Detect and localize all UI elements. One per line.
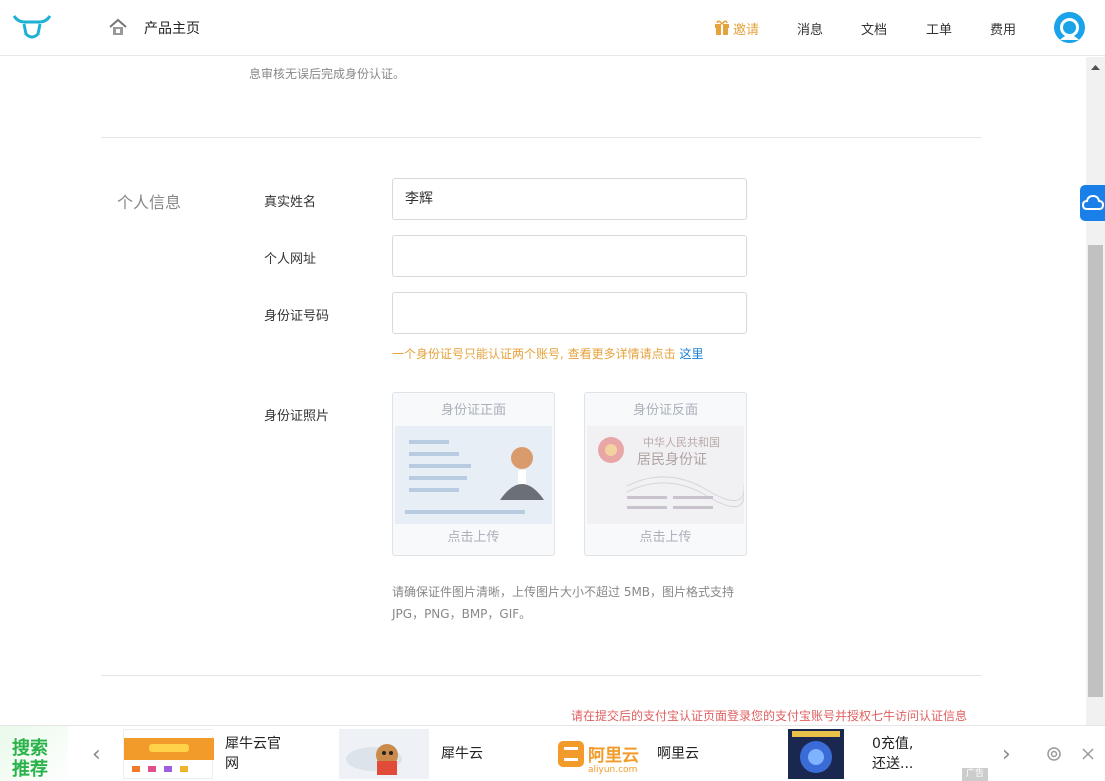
upload-description: 请确保证件图片清晰，上传图片大小不超过 5MB，图片格式支持 JPG，PNG，B… — [392, 581, 752, 625]
ad-item-3-text[interactable]: 啊里云 — [657, 744, 699, 764]
upload-description-line1: 请确保证件图片清晰，上传图片大小不超过 5MB，图片格式支持 — [392, 585, 735, 599]
aliyun-logo-text: 阿里云 — [588, 746, 639, 766]
id-front-title: 身份证正面 — [440, 403, 506, 418]
ad-item-2-text[interactable]: 犀牛云 — [441, 744, 483, 764]
divider — [101, 137, 982, 138]
ad-thumb-3-aliyun-logo[interactable]: 阿里云 aliyun.com — [556, 729, 648, 779]
divider — [101, 675, 982, 676]
name-label: 真实姓名 — [264, 195, 317, 210]
scroll-up-arrow-icon[interactable] — [1086, 59, 1105, 75]
floating-cloud-button[interactable] — [1080, 185, 1105, 221]
ad-item-4-line2: 还送... — [872, 756, 914, 772]
aliyun-logo-sub: aliyun.com — [588, 765, 637, 775]
ad-item-1-line2: 网 — [225, 756, 239, 772]
ad-label: 广告 — [962, 768, 988, 781]
id-back-emblem-text1: 中华人民共和国 — [643, 435, 720, 449]
website-input[interactable] — [392, 235, 747, 277]
scroll-thumb[interactable] — [1088, 245, 1103, 697]
nav-billing[interactable]: 费用 — [990, 19, 1016, 38]
id-back-title: 身份证反面 — [632, 403, 698, 418]
top-header: 产品主页 邀请 消息 文档 工单 费用 — [0, 0, 1105, 56]
qiniu-logo-icon[interactable] — [12, 12, 52, 42]
id-number-label: 身份证号码 — [264, 309, 330, 324]
id-hint-link[interactable]: 这里 — [679, 347, 703, 361]
previous-note: 息审核无误后完成身份认证。 — [249, 67, 406, 81]
main-content: 息审核无误后完成身份认证。 个人信息 真实姓名 李辉 个人网址 身份证号码 一个… — [0, 57, 1086, 725]
alipay-auth-note: 请在提交后的支付宝认证页面登录您的支付宝账号并授权七牛访问认证信息 — [571, 709, 968, 723]
id-hint: 一个身份证号只能认证两个账号, 查看更多详情请点击 这里 — [392, 345, 703, 362]
upload-description-line2: JPG，PNG，BMP，GIF。 — [392, 607, 532, 621]
user-icon — [1060, 18, 1079, 40]
vertical-scrollbar[interactable] — [1086, 57, 1105, 725]
ad-tag-line2: 推荐 — [12, 759, 48, 780]
ad-item-2-line1: 犀牛云 — [441, 746, 483, 762]
home-icon[interactable] — [108, 17, 128, 37]
ad-thumb-1[interactable] — [123, 729, 214, 779]
search-recommend-tag: 搜索 推荐 — [0, 726, 68, 781]
ad-item-4-line1: 0充值, — [872, 736, 914, 752]
nav-tickets[interactable]: 工单 — [926, 19, 952, 38]
id-front-upload[interactable]: 身份证正面 点击上传 — [392, 392, 555, 556]
ad-item-4-text[interactable]: 0充值, 还送... — [872, 734, 913, 774]
id-front-sample-image — [395, 426, 552, 524]
nav-invite[interactable]: 邀请 — [733, 19, 759, 38]
search-recommend-ad-bar: 搜索 推荐 ‹ 犀牛云官 网 犀牛云 阿里云 aliyun.com 啊里云 0充… — [0, 725, 1105, 781]
id-number-input[interactable] — [392, 292, 747, 334]
ad-prev-arrow-icon[interactable]: ‹ — [92, 742, 101, 767]
gift-icon — [715, 20, 729, 35]
nav-docs[interactable]: 文档 — [861, 19, 887, 38]
ad-item-1-text[interactable]: 犀牛云官 网 — [225, 734, 281, 774]
real-name-input[interactable]: 李辉 — [392, 178, 747, 220]
settings-gear-icon[interactable] — [1045, 745, 1063, 763]
nav-messages[interactable]: 消息 — [797, 19, 823, 38]
ad-thumb-2[interactable] — [339, 729, 429, 779]
id-back-emblem-text2: 居民身份证 — [637, 452, 707, 468]
id-hint-text: 一个身份证号只能认证两个账号, 查看更多详情请点击 — [392, 347, 680, 361]
website-label: 个人网址 — [264, 252, 317, 267]
id-back-sample-image: 中华人民共和国 居民身份证 — [587, 426, 745, 524]
id-back-upload-action: 点击上传 — [639, 530, 692, 545]
ad-item-3-line1: 啊里云 — [657, 746, 699, 762]
ad-next-arrow-icon[interactable]: › — [1002, 742, 1011, 767]
ad-item-1-line1: 犀牛云官 — [225, 736, 281, 752]
id-back-upload[interactable]: 身份证反面 中华人民共和国 居民身份证 点击上传 — [584, 392, 747, 556]
product-home-link[interactable]: 产品主页 — [144, 18, 200, 38]
id-front-upload-action: 点击上传 — [447, 530, 500, 545]
cloud-icon — [1081, 194, 1105, 210]
user-avatar[interactable] — [1054, 12, 1085, 43]
close-icon[interactable] — [1081, 747, 1095, 761]
ad-thumb-4[interactable] — [788, 729, 844, 779]
section-title-personal-info: 个人信息 — [117, 193, 182, 212]
id-photo-label: 身份证照片 — [264, 409, 330, 424]
